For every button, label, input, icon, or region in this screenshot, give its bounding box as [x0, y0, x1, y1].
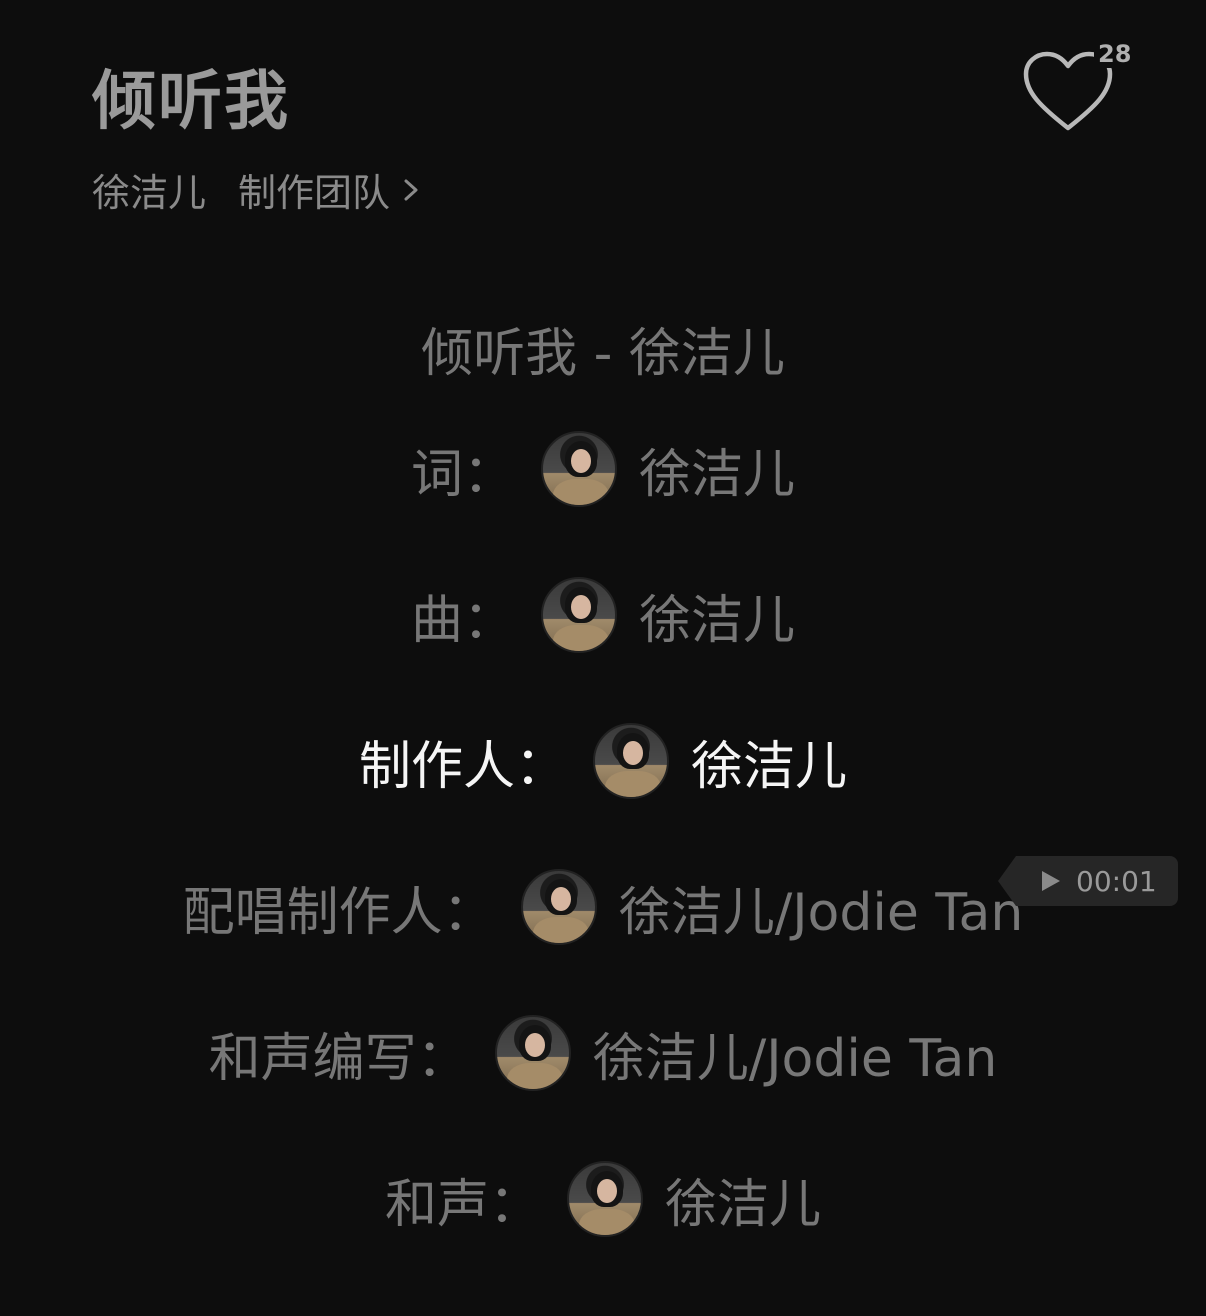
avatar — [494, 1015, 571, 1091]
lyric-role: 词： — [410, 444, 515, 505]
lyric-line[interactable]: 词： 徐洁儿 — [0, 396, 1206, 542]
play-icon — [1042, 871, 1060, 891]
seek-time: 00:01 — [1076, 864, 1157, 898]
lyric-name: 徐洁儿 — [665, 1174, 822, 1235]
lyric-line[interactable]: 倾听我 - 徐洁儿 — [0, 300, 1206, 396]
lyric-role: 曲： — [410, 590, 515, 651]
song-title: 倾听我 — [92, 65, 290, 139]
avatar — [541, 577, 617, 653]
lyrics-list: 倾听我 - 徐洁儿 词： 徐洁儿 曲： 徐洁儿 制作人： 徐洁儿 配唱制作人： … — [0, 300, 1206, 1272]
lyric-line-active[interactable]: 制作人： 徐洁儿 — [0, 688, 1206, 834]
lyric-line[interactable]: 和声： 徐洁儿 — [0, 1126, 1206, 1272]
lyric-name: 徐洁儿/Jodie Tan — [618, 882, 1024, 943]
avatar — [541, 431, 617, 507]
lyric-role: 制作人： — [358, 736, 567, 797]
lyric-name: 徐洁儿 — [639, 444, 796, 505]
production-team-label: 制作团队 — [238, 171, 391, 215]
song-meta-row: 徐洁儿 制作团队 — [92, 162, 422, 217]
lyric-role: 和声编写： — [208, 1028, 469, 1089]
avatar — [520, 869, 597, 945]
chevron-right-icon — [404, 179, 418, 200]
production-team-link[interactable]: 制作团队 — [238, 162, 422, 217]
lyric-text: 倾听我 - 徐洁儿 — [421, 323, 785, 384]
artist-link[interactable]: 徐洁儿 — [92, 162, 206, 217]
lyric-name: 徐洁儿 — [691, 736, 848, 797]
lyric-role: 配唱制作人： — [182, 882, 495, 943]
like-count: 28 — [1094, 40, 1136, 68]
seek-to-time-button[interactable]: 00:01 — [998, 856, 1178, 906]
like-button[interactable]: 28 — [1020, 40, 1136, 140]
lyrics-page: 倾听我 徐洁儿 制作团队 28 倾听我 - 徐洁儿 词： 徐洁儿 曲： 徐洁儿 — [0, 0, 1206, 1316]
lyric-name: 徐洁儿 — [639, 590, 796, 651]
lyric-line[interactable]: 曲： 徐洁儿 — [0, 542, 1206, 688]
lyric-name: 徐洁儿/Jodie Tan — [592, 1028, 998, 1089]
avatar — [593, 723, 669, 799]
lyric-line[interactable]: 配唱制作人： 徐洁儿/Jodie Tan — [0, 834, 1206, 980]
lyric-line[interactable]: 和声编写： 徐洁儿/Jodie Tan — [0, 980, 1206, 1126]
avatar — [567, 1161, 643, 1237]
lyric-role: 和声： — [384, 1174, 541, 1235]
